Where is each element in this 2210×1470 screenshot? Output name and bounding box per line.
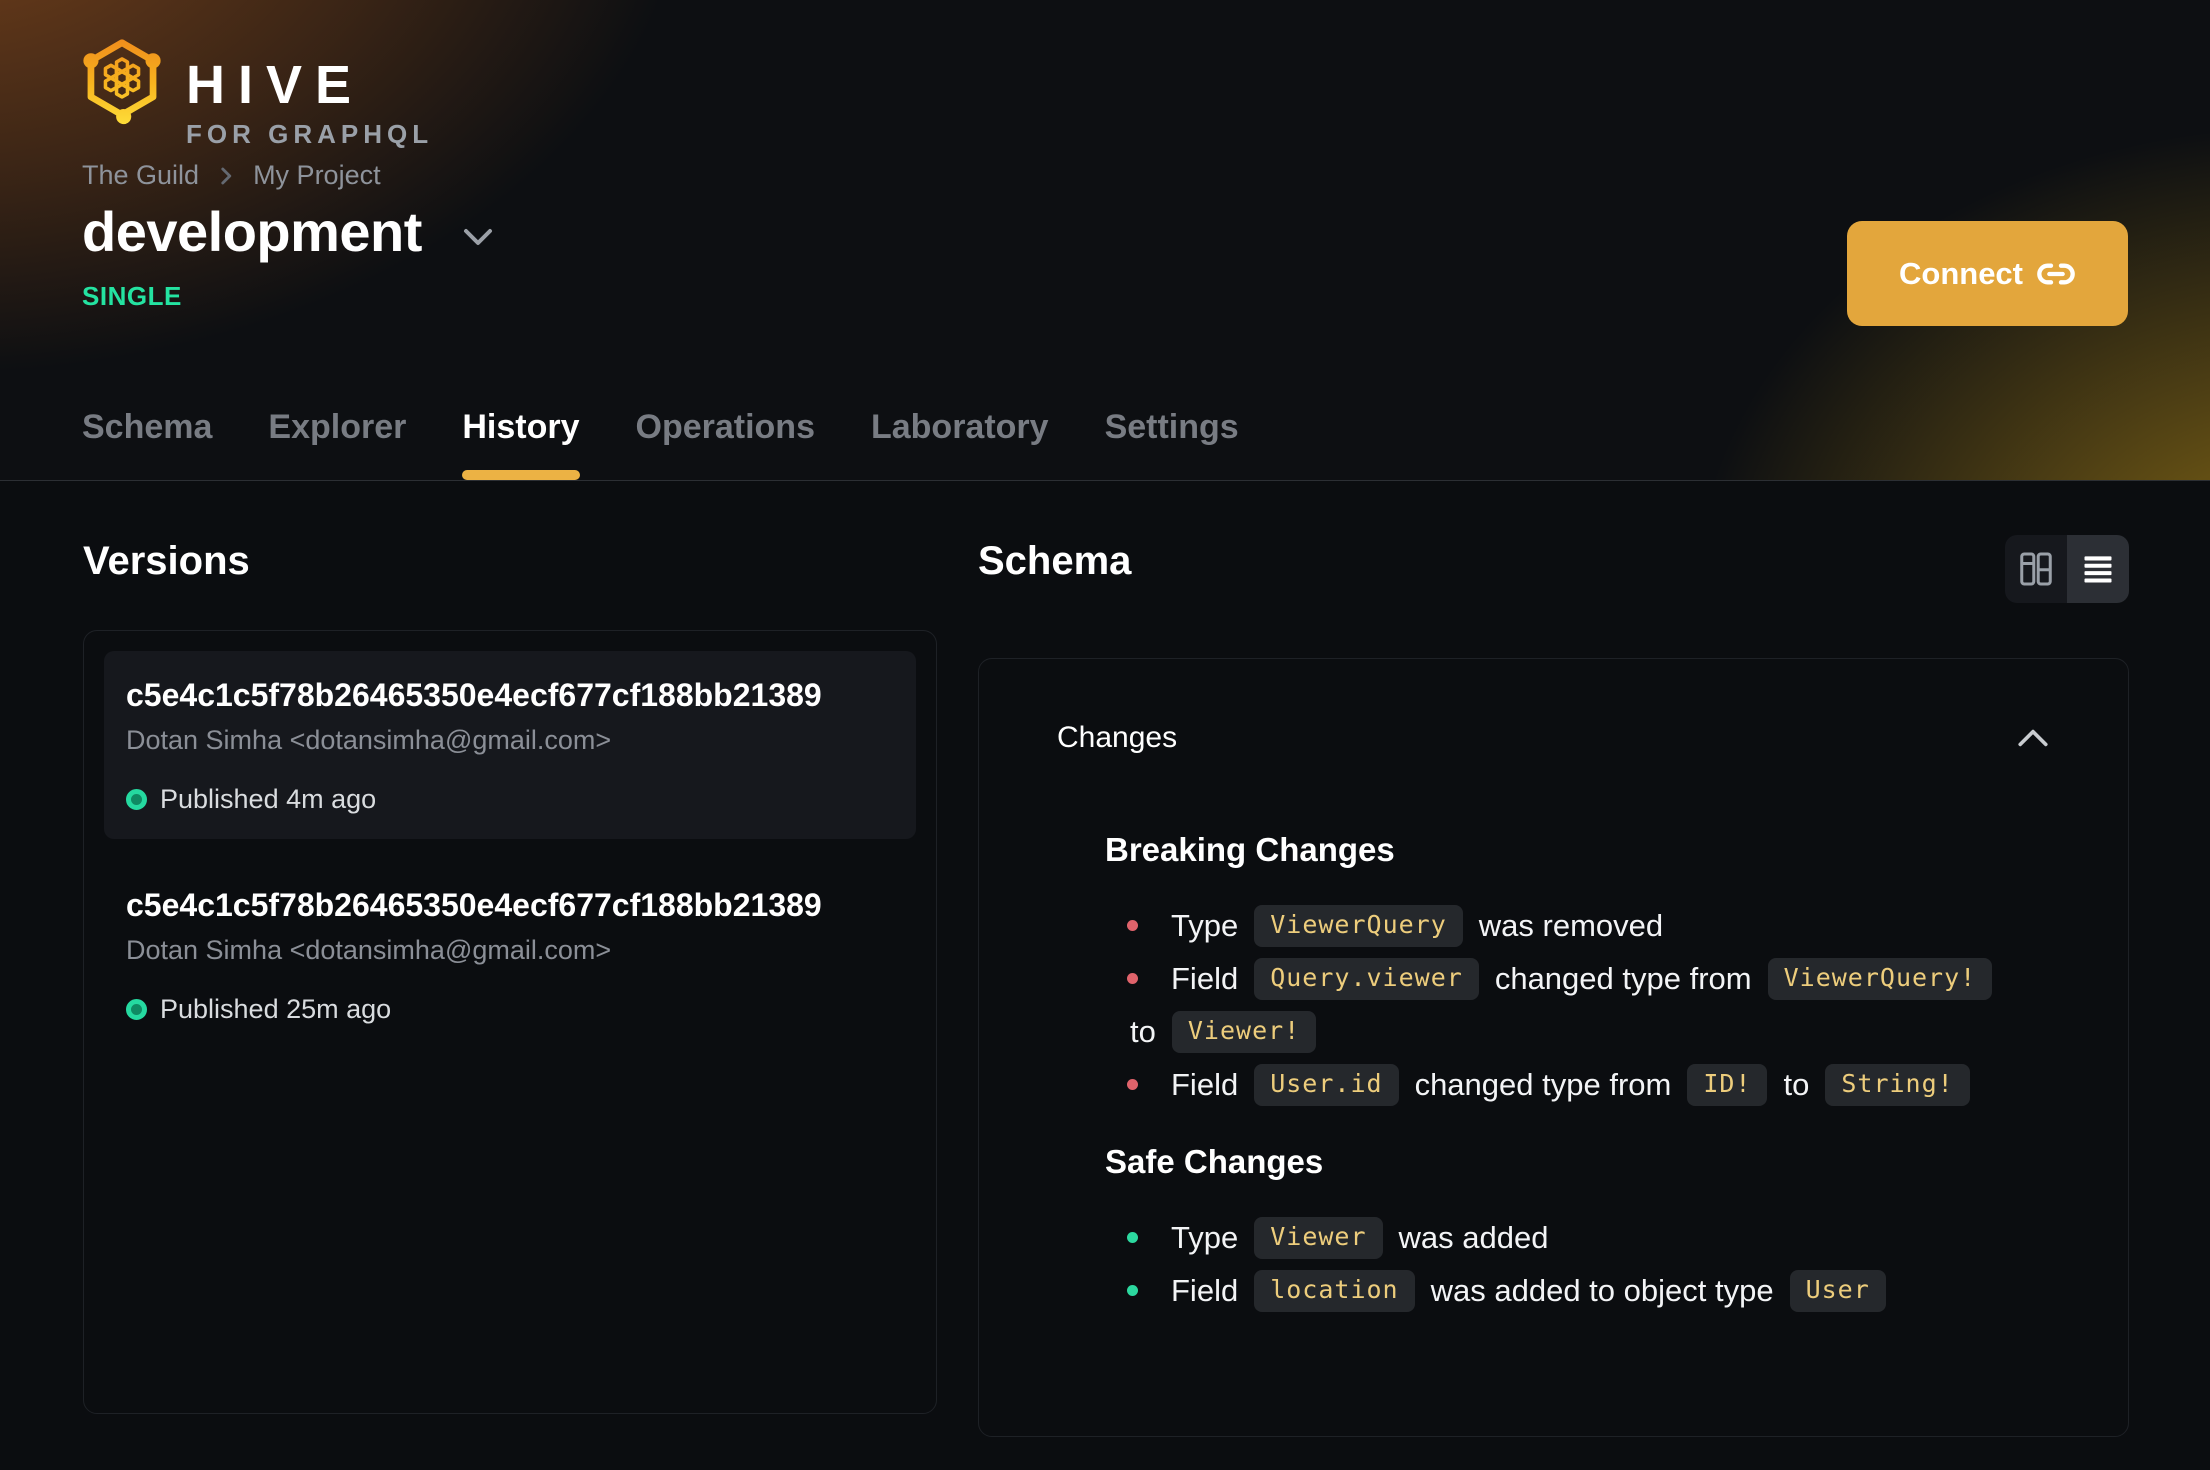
changes-panel: Changes Breaking Changes Type ViewerQuer… (978, 658, 2129, 1437)
schema-title: Schema (978, 539, 1132, 583)
change-item: Type Viewer was added (1105, 1211, 2050, 1264)
target-title-row: development (82, 200, 494, 264)
safe-changes-list: Type Viewer was added Field location was… (1105, 1211, 2050, 1317)
version-hash: c5e4c1c5f78b26465350e4ecf677cf188bb21389 (126, 887, 822, 923)
code-chip: ViewerQuery (1254, 904, 1463, 947)
change-text: changed type from (1494, 961, 1752, 996)
logo-subtitle: FOR GRAPHQL (186, 119, 434, 149)
hive-app: HIVE FOR GRAPHQL The Guild My Project de… (0, 0, 2210, 1470)
changes-title: Changes (1057, 721, 1178, 754)
target-selector-trigger[interactable] (462, 217, 494, 247)
version-status-label: Published 4m ago (160, 784, 377, 814)
link-icon (2037, 263, 2075, 284)
tab-settings[interactable]: Settings (1105, 408, 1239, 480)
version-card[interactable]: c5e4c1c5f78b26465350e4ecf677cf188bb21389… (104, 861, 916, 1049)
change-text: Field (1171, 961, 1239, 996)
tab-history[interactable]: History (462, 408, 580, 480)
changes-body: Breaking Changes Type ViewerQuery was re… (1105, 831, 2050, 1317)
schema-section: Schema Changes Breaking Changes Type Vie… (978, 535, 2129, 1437)
code-chip: ID! (1687, 1063, 1768, 1106)
change-text: Type (1171, 1220, 1239, 1255)
version-author: Dotan Simha <dotansimha@gmail.com> (126, 935, 612, 965)
version-status-label: Published 25m ago (160, 994, 392, 1024)
version-hash: c5e4c1c5f78b26465350e4ecf677cf188bb21389 (126, 677, 822, 713)
hive-logo: HIVE FOR GRAPHQL (80, 36, 433, 147)
breadcrumb: The Guild My Project (82, 160, 381, 191)
version-status: Published 4m ago (126, 784, 894, 815)
list-icon (2084, 556, 2112, 583)
version-card[interactable]: c5e4c1c5f78b26465350e4ecf677cf188bb21389… (104, 651, 916, 839)
versions-list: c5e4c1c5f78b26465350e4ecf677cf188bb21389… (83, 630, 937, 1414)
connect-button-label: Connect (1899, 255, 2023, 291)
target-header: HIVE FOR GRAPHQL The Guild My Project de… (0, 0, 2210, 481)
versions-title: Versions (83, 539, 250, 583)
code-chip: location (1254, 1269, 1415, 1312)
code-chip: Query.viewer (1254, 957, 1479, 1000)
change-item: Field Query.viewer changed type from Vie… (1105, 952, 2050, 1058)
changes-collapse-header[interactable]: Changes (1057, 659, 2050, 755)
code-chip: User (1789, 1269, 1886, 1312)
safe-bullet-icon (1127, 1232, 1138, 1243)
change-text: was added (1398, 1220, 1549, 1255)
split-view-button[interactable] (2005, 535, 2067, 603)
page-title: development (82, 200, 422, 263)
change-item: Field location was added to object type … (1105, 1264, 2050, 1317)
target-type-badge: SINGLE (82, 281, 182, 311)
code-chip: Viewer! (1171, 1010, 1317, 1053)
versions-section: Versions c5e4c1c5f78b26465350e4ecf677cf1… (83, 539, 937, 1414)
tab-laboratory[interactable]: Laboratory (871, 408, 1049, 480)
code-chip: String! (1825, 1063, 1970, 1106)
change-text: was added to object type (1430, 1273, 1774, 1308)
published-dot-icon (126, 789, 147, 810)
tab-schema[interactable]: Schema (82, 408, 212, 480)
view-mode-toggle (2005, 535, 2129, 603)
list-view-button[interactable] (2067, 535, 2129, 603)
change-text: Field (1171, 1067, 1239, 1102)
target-tabs: Schema Explorer History Operations Labor… (82, 408, 1239, 480)
code-chip: ViewerQuery! (1767, 957, 1993, 1000)
change-text: to (1130, 1014, 1156, 1049)
tab-operations[interactable]: Operations (636, 408, 815, 480)
safe-changes-title: Safe Changes (1105, 1143, 1324, 1180)
code-chip: User.id (1254, 1063, 1399, 1106)
hive-logo-icon (83, 39, 161, 125)
change-item: Field User.id changed type from ID! to S… (1105, 1058, 2050, 1111)
safe-bullet-icon (1127, 1285, 1138, 1296)
breaking-changes-list: Type ViewerQuery was removed Field Query… (1105, 899, 2050, 1111)
columns-icon (2020, 552, 2052, 586)
chevron-right-icon (221, 167, 232, 184)
change-text: was removed (1478, 908, 1664, 943)
breaking-changes-title: Breaking Changes (1105, 831, 1395, 868)
change-text: Field (1171, 1273, 1239, 1308)
published-dot-icon (126, 999, 147, 1020)
change-text: changed type from (1414, 1067, 1672, 1102)
chevron-up-icon (2018, 729, 2048, 747)
tab-explorer[interactable]: Explorer (268, 408, 406, 480)
change-item: Type ViewerQuery was removed (1105, 899, 2050, 952)
version-status: Published 25m ago (126, 994, 894, 1025)
connect-button[interactable]: Connect (1847, 221, 2128, 326)
breaking-bullet-icon (1127, 1079, 1138, 1090)
change-text: Type (1171, 908, 1239, 943)
version-author: Dotan Simha <dotansimha@gmail.com> (126, 725, 612, 755)
change-text: to (1783, 1067, 1810, 1102)
breadcrumb-org[interactable]: The Guild (82, 160, 199, 191)
breadcrumb-project[interactable]: My Project (253, 160, 381, 191)
chevron-down-icon (463, 229, 492, 246)
logo-title: HIVE (186, 55, 365, 115)
breaking-bullet-icon (1127, 920, 1138, 931)
code-chip: Viewer (1254, 1216, 1383, 1259)
breaking-bullet-icon (1127, 973, 1138, 984)
